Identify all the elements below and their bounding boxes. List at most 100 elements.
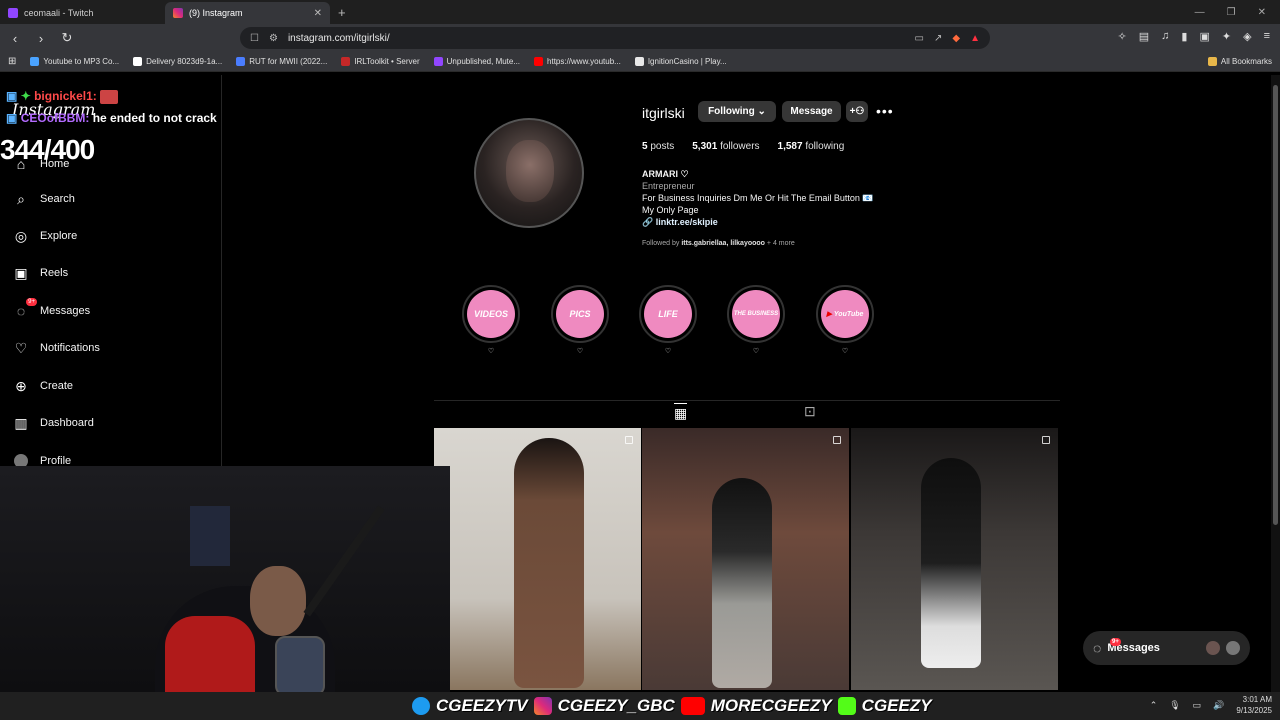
bookmark-item[interactable]: https://www.youtub... (534, 57, 621, 66)
sidebar-item-explore[interactable]: ◎ Explore (12, 227, 77, 245)
sidebar-item-create[interactable]: ⊕ Create (12, 377, 73, 395)
suggest-user-button[interactable]: +⚇ (846, 101, 868, 122)
followers-stat[interactable]: 5,301 followers (692, 141, 759, 152)
wall-poster (190, 506, 230, 566)
profile-picture[interactable] (474, 118, 584, 228)
tagged-icon[interactable]: ⊡ (804, 403, 816, 420)
highlight-cover: LIFE (644, 290, 692, 338)
bio-line: My Only Page (642, 205, 699, 215)
following-stat[interactable]: 1,587 following (778, 141, 845, 152)
red-jacket (165, 616, 255, 692)
profile-bio: ARMARI ♡ Entrepreneur For Business Inqui… (642, 168, 874, 228)
messages-floating-bar[interactable]: ◌ 9+ Messages (1083, 631, 1250, 665)
bookmark-item[interactable]: Youtube to MP3 Co... (30, 57, 119, 66)
highlight-youtube[interactable]: ▶ YouTube ♡ (816, 285, 874, 355)
page-scrollbar[interactable] (1271, 75, 1280, 692)
cast-icon[interactable]: ▭ (915, 33, 924, 44)
forward-icon[interactable]: › (34, 31, 48, 46)
highlight-business[interactable]: THE BUSINESS ♡ (727, 285, 785, 355)
tab-twitch[interactable]: ceomaali - Twitch (0, 2, 165, 24)
music-icon[interactable]: ♫ (1161, 30, 1169, 43)
sidebar-item-notifications[interactable]: ♡ Notifications (12, 339, 100, 357)
sidebar-item-search[interactable]: ⌕ Search (12, 190, 75, 208)
clock[interactable]: 3:01 AM 9/13/2025 (1236, 694, 1272, 716)
volume-icon[interactable]: 🔊 (1213, 700, 1224, 711)
profile-stats: 5 posts 5,301 followers 1,587 following (642, 141, 844, 152)
bookmark-item[interactable]: Delivery 8023d9-1a... (133, 57, 222, 66)
close-tab-icon[interactable]: ✕ (314, 8, 322, 19)
share-icon[interactable]: ↗ (934, 33, 942, 44)
add-user-icon: +⚇ (849, 106, 865, 117)
post-figure (712, 478, 772, 688)
instagram-handle: CGEEZY_GBC (557, 696, 675, 715)
post-figure (514, 438, 584, 688)
highlight-videos[interactable]: VIDEOS ♡ (462, 285, 520, 355)
stream-socials-overlay: CGEEZYTV CGEEZY_GBC MORECGEEZY CGEEZY (412, 692, 932, 720)
profile-tabs: ▦ ⊡ (434, 400, 1060, 428)
apps-grid-icon[interactable]: ⊞ (8, 56, 16, 67)
all-bookmarks[interactable]: All Bookmarks (1207, 57, 1280, 66)
twitch-icon (433, 57, 443, 66)
extensions-icon[interactable]: ✧ (1118, 30, 1127, 43)
following-button[interactable]: Following ⌄ (698, 101, 776, 122)
brave-shield-icon[interactable]: ◆ (952, 33, 960, 44)
omnibox[interactable]: ☐ ⚙ instagram.com/itgirlski/ ▭ ↗ ◆ ▲ (240, 27, 990, 49)
new-tab-button[interactable]: + (330, 5, 354, 20)
maximize-icon[interactable]: ❐ (1227, 7, 1236, 18)
highlight-life[interactable]: LIFE ♡ (639, 285, 697, 355)
plus-square-icon: ⊕ (15, 377, 27, 394)
profile-face (506, 140, 554, 202)
panel-icon[interactable]: ▮ (1181, 30, 1187, 43)
twitter-handle: CGEEZYTV (436, 696, 528, 715)
tab-instagram[interactable]: (9) Instagram ✕ (165, 2, 330, 24)
display-icon[interactable]: ▭ (1193, 700, 1202, 711)
phone (275, 636, 325, 692)
post-thumbnail[interactable] (851, 428, 1058, 690)
sidebar-item-dashboard[interactable]: ▥ Dashboard (12, 414, 93, 432)
sidebar-toggle-icon[interactable]: ▤ (1139, 30, 1149, 43)
twitch-favicon-icon (8, 8, 18, 18)
vpn-icon[interactable]: ◈ (1243, 30, 1251, 43)
casino-icon (634, 57, 644, 66)
highlight-pics[interactable]: PICS ♡ (551, 285, 609, 355)
messenger-icon: ◌ (1093, 640, 1102, 656)
bookmark-item[interactable]: IRLToolkit • Server (341, 57, 420, 66)
message-button[interactable]: Message (782, 101, 841, 122)
avatar (1226, 641, 1240, 655)
mic-icon[interactable]: 🎙 (1169, 700, 1180, 711)
site-info-icon[interactable]: ⚙ (269, 33, 278, 44)
post-thumbnail[interactable] (642, 428, 849, 690)
diamond-icon: ✦ (20, 89, 31, 103)
back-icon[interactable]: ‹ (8, 31, 22, 46)
window-close-icon[interactable]: ✕ (1258, 7, 1266, 18)
bookmark-icon[interactable]: ☐ (250, 33, 259, 44)
messages-badge: 9+ (26, 298, 37, 306)
highlight-cover: THE BUSINESS (732, 290, 780, 338)
url-text: instagram.com/itgirlski/ (287, 32, 390, 44)
leo-icon[interactable]: ✦ (1222, 30, 1231, 43)
youtube-icon: ▶ (826, 311, 832, 318)
minimize-icon[interactable]: — (1195, 7, 1205, 18)
chevron-up-icon[interactable]: ⌃ (1150, 700, 1158, 711)
more-options-icon[interactable]: ••• (876, 103, 894, 119)
rewards-icon[interactable]: ▲ (970, 33, 980, 44)
posts-stat: 5 posts (642, 141, 675, 152)
bookmark-item[interactable]: Unpublished, Mute... (433, 57, 520, 66)
bookmark-item[interactable]: RUT for MWII (2022... (236, 57, 327, 66)
messages-badge: 9+ (1110, 638, 1121, 646)
doc-icon (236, 57, 246, 66)
stream-chat-overlay: ▣ ✦ bignickel1: ▣ CEOofBBM: he ended to … (6, 88, 217, 126)
reload-icon[interactable]: ↻ (60, 30, 74, 46)
sidebar-item-messages[interactable]: ◌ 9+ Messages (12, 298, 90, 320)
posts-grid-icon[interactable]: ▦ (674, 403, 688, 422)
post-thumbnail[interactable] (434, 428, 641, 690)
profile-link[interactable]: 🔗 linktr.ee/skipie (642, 216, 874, 228)
sidebar-item-reels[interactable]: ▣ Reels (12, 264, 68, 282)
webcam-overlay (0, 466, 450, 692)
followed-by[interactable]: Followed by itts.gabriellaa, lilkayoooo … (642, 240, 795, 247)
multi-post-icon (625, 436, 633, 444)
scrollbar-thumb[interactable] (1273, 85, 1278, 525)
bookmark-item[interactable]: IgnitionCasino | Play... (634, 57, 727, 66)
menu-icon[interactable]: ≡ (1264, 30, 1270, 43)
wallet-icon[interactable]: ▣ (1199, 30, 1209, 43)
